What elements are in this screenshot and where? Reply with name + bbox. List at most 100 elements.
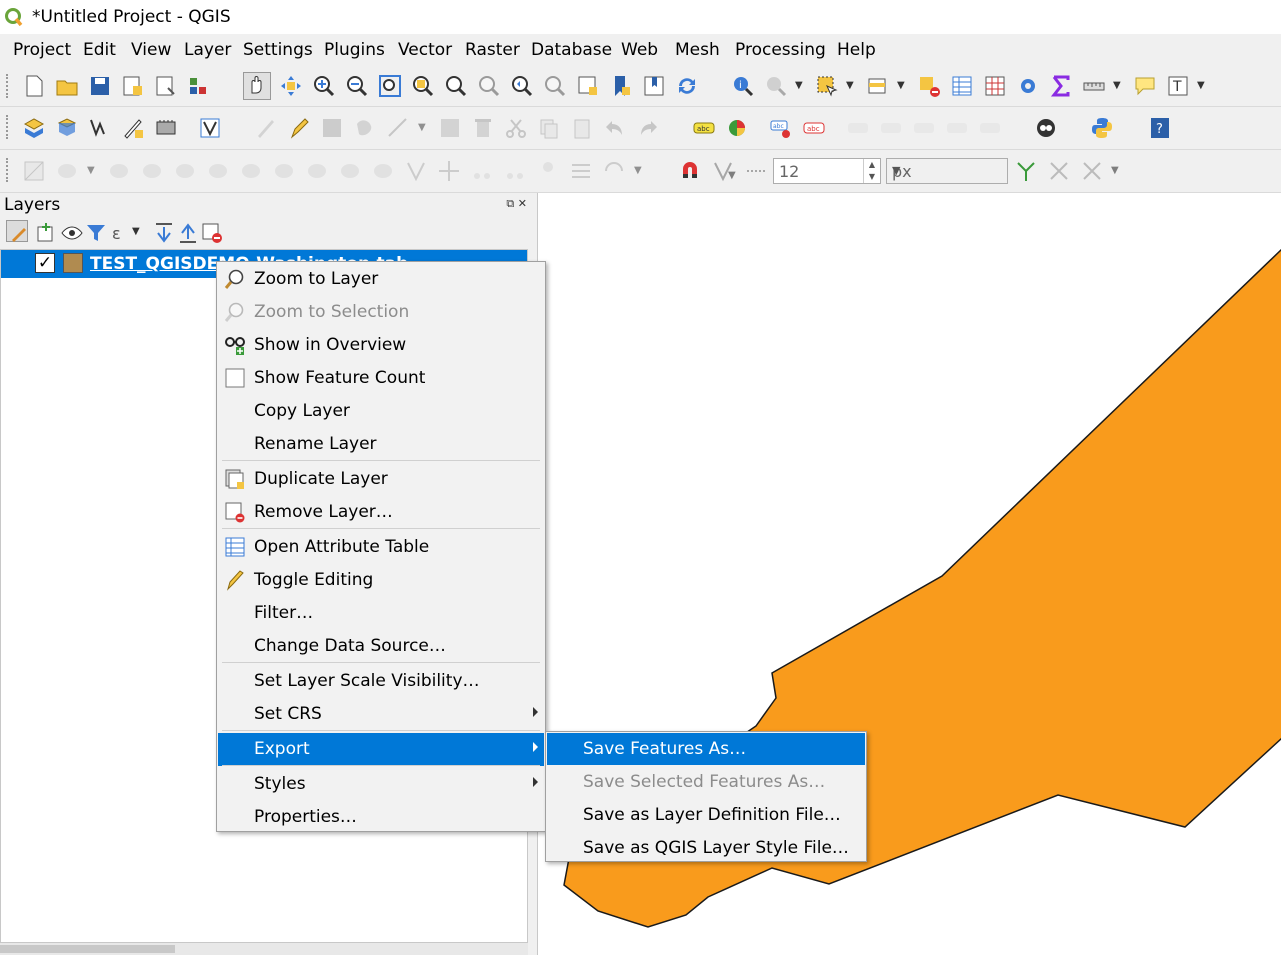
menu-item-zoom-to-layer[interactable]: Zoom to Layer (218, 263, 544, 296)
new-shapefile-icon[interactable] (88, 116, 112, 140)
save-project-icon[interactable] (88, 74, 112, 98)
scrollbar-thumb[interactable] (0, 945, 175, 953)
split-features-icon[interactable] (338, 159, 362, 183)
collapse-all-icon[interactable] (176, 221, 196, 243)
rotate-label-icon[interactable] (912, 116, 936, 140)
rotate-dropdown-icon[interactable]: ▼ (634, 165, 642, 176)
panel-float-close-icons[interactable]: ⧉ ✕ (506, 197, 527, 211)
layout-manager-icon[interactable] (154, 74, 178, 98)
menu-item-set-layer-scale-visibility[interactable]: Set Layer Scale Visibility… (218, 665, 544, 698)
select-by-value-icon[interactable] (866, 74, 890, 98)
deselect-features-icon[interactable] (917, 74, 941, 98)
text-annotation-icon[interactable]: T (1166, 74, 1190, 98)
cut-features-icon[interactable] (504, 116, 528, 140)
highlight-labels-icon[interactable]: abc (802, 116, 826, 140)
filter-dropdown-icon[interactable]: ▼ (132, 226, 140, 237)
snap-units-select[interactable]: px ▼ (886, 158, 1008, 184)
select-value-dropdown-icon[interactable]: ▼ (897, 80, 905, 91)
actions-icon[interactable] (764, 74, 788, 98)
offset-curve-icon[interactable] (272, 159, 296, 183)
zoom-to-selection-icon[interactable] (411, 74, 435, 98)
split-parts-icon[interactable] (371, 159, 395, 183)
manage-visibility-icon[interactable] (60, 221, 83, 241)
show-hide-labels-icon[interactable] (879, 116, 903, 140)
zoom-full-icon[interactable] (378, 74, 402, 98)
filter-expression-icon[interactable]: ε (108, 221, 128, 243)
help-contents-icon[interactable]: ? (1148, 116, 1172, 140)
submenu-item-save-features-as[interactable]: Save Features As… (547, 733, 865, 765)
annotation-dropdown-icon[interactable]: ▼ (1197, 80, 1205, 91)
menu-processing[interactable]: Processing (735, 40, 826, 60)
toolbar-grip[interactable] (6, 115, 12, 139)
menu-item-set-crs[interactable]: Set CRS (218, 698, 544, 731)
offset-point-symbols-icon[interactable] (503, 159, 527, 183)
delete-selected-icon[interactable] (471, 116, 495, 140)
refresh-icon[interactable] (675, 74, 699, 98)
zoom-next-icon[interactable] (543, 74, 567, 98)
self-snapping-icon[interactable] (1080, 159, 1104, 183)
menu-item-open-attribute-table[interactable]: Open Attribute Table (218, 531, 544, 564)
menu-item-toggle-editing[interactable]: Toggle Editing (218, 564, 544, 597)
menu-item-change-data-source[interactable]: Change Data Source… (218, 630, 544, 663)
add-ring-icon[interactable] (55, 159, 79, 183)
change-label-icon[interactable] (945, 116, 969, 140)
snapping-intersection-icon[interactable] (1047, 159, 1071, 183)
new-project-icon[interactable] (22, 74, 46, 98)
statistical-summary-icon[interactable] (983, 74, 1007, 98)
new-print-layout-icon[interactable] (121, 74, 145, 98)
merge-attributes-icon[interactable] (437, 159, 461, 183)
actions-dropdown-icon[interactable]: ▼ (795, 80, 803, 91)
zoom-native-icon[interactable] (477, 74, 501, 98)
menu-project[interactable]: Project (13, 40, 71, 60)
menu-item-copy-layer[interactable]: Copy Layer (218, 395, 544, 428)
toolbar-grip[interactable] (6, 158, 12, 182)
menu-item-remove-layer[interactable]: Remove Layer… (218, 496, 544, 529)
remove-layer-icon[interactable] (200, 221, 222, 243)
trim-extend-icon[interactable] (536, 159, 560, 183)
layer-styling-icon[interactable] (198, 116, 222, 140)
snapping-layers-icon[interactable] (744, 159, 768, 183)
menu-plugins[interactable]: Plugins (324, 40, 385, 60)
toolbar-grip[interactable] (6, 74, 12, 98)
label-toolbar-icon[interactable]: abc (692, 116, 716, 140)
undo-icon[interactable] (603, 116, 627, 140)
spin-arrows[interactable]: ▲ ▼ (863, 159, 880, 183)
submenu-item-save-selected-features-as[interactable]: Save Selected Features As… (547, 766, 865, 798)
topological-editing-icon[interactable] (1014, 159, 1038, 183)
menu-item-export[interactable]: Export (218, 733, 544, 766)
current-edits-icon[interactable] (254, 116, 278, 140)
horizontal-scrollbar[interactable] (0, 943, 528, 955)
reshape-features-icon[interactable] (239, 159, 263, 183)
new-scratch-layer-icon[interactable] (121, 116, 145, 140)
menu-item-show-in-overview[interactable]: Show in Overview (218, 329, 544, 362)
python-console-icon[interactable] (1090, 116, 1114, 140)
menu-vector[interactable]: Vector (398, 40, 452, 60)
pan-to-selection-icon[interactable] (279, 74, 303, 98)
pan-map-icon[interactable] (243, 72, 271, 100)
advanced-digitizing-icon[interactable] (22, 159, 46, 183)
menu-edit[interactable]: Edit (83, 40, 116, 60)
menu-item-properties[interactable]: Properties… (218, 801, 544, 834)
snapping-magnet-icon[interactable] (678, 159, 702, 183)
layer-visibility-checkbox[interactable]: ✓ (35, 253, 55, 273)
save-edits-icon[interactable] (320, 116, 344, 140)
reverse-line-icon[interactable] (305, 159, 329, 183)
menu-item-zoom-to-selection[interactable]: Zoom to Selection (218, 296, 544, 329)
show-bookmarks-icon[interactable] (642, 74, 666, 98)
vertex-tool-icon[interactable] (386, 116, 410, 140)
label-properties-icon[interactable] (978, 116, 1002, 140)
style-manager-icon[interactable] (187, 74, 211, 98)
snap-tolerance-spinbox[interactable]: 12 ▲ ▼ (773, 158, 881, 184)
redo-icon[interactable] (636, 116, 660, 140)
modify-attributes-icon[interactable] (438, 116, 462, 140)
select-dropdown-icon[interactable]: ▼ (846, 80, 854, 91)
menu-item-show-feature-count[interactable]: Show Feature Count (218, 362, 544, 395)
measure-dropdown-icon[interactable]: ▼ (1113, 80, 1121, 91)
rotate-point-symbols-icon[interactable] (470, 159, 494, 183)
submenu-item-save-layer-definition[interactable]: Save as Layer Definition File… (547, 799, 865, 831)
ring-dropdown-icon[interactable]: ▼ (87, 165, 95, 176)
zoom-last-icon[interactable] (510, 74, 534, 98)
menu-settings[interactable]: Settings (243, 40, 313, 60)
menu-item-filter[interactable]: Filter… (218, 597, 544, 630)
open-layer-styling-icon[interactable] (6, 220, 28, 242)
